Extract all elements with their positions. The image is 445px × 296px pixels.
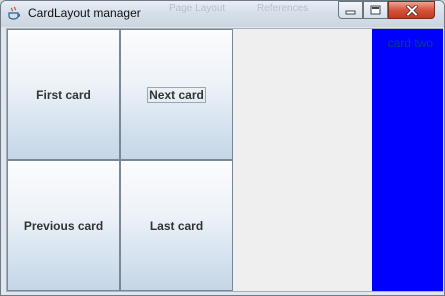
- first-card-label: First card: [36, 87, 91, 102]
- next-card-button[interactable]: Next card: [120, 29, 233, 160]
- background-tab-label: Page Layout: [169, 3, 226, 14]
- title-bar[interactable]: CardLayout manager Page Layout Reference…: [1, 1, 444, 27]
- next-card-label: Next card: [147, 86, 206, 103]
- button-grid: First card Next card Previous card Last …: [7, 29, 233, 291]
- content-pane: First card Next card Previous card Last …: [6, 28, 443, 292]
- previous-card-label: Previous card: [23, 218, 104, 233]
- maximize-button[interactable]: [363, 1, 388, 19]
- close-icon: [405, 4, 418, 16]
- previous-card-button[interactable]: Previous card: [7, 160, 120, 291]
- window-title: CardLayout manager: [28, 6, 141, 20]
- app-window: CardLayout manager Page Layout Reference…: [0, 0, 445, 296]
- minimize-button[interactable]: [338, 1, 363, 19]
- first-card-button[interactable]: First card: [7, 29, 120, 160]
- maximize-icon: [370, 5, 381, 15]
- last-card-label: Last card: [149, 218, 204, 233]
- minimize-icon: [345, 10, 356, 14]
- card-label: card two: [387, 36, 433, 50]
- card-panel: card two: [372, 29, 443, 291]
- last-card-button[interactable]: Last card: [120, 160, 233, 291]
- close-button[interactable]: [388, 1, 435, 19]
- background-tab-label: References: [257, 3, 309, 14]
- java-icon: [8, 6, 21, 20]
